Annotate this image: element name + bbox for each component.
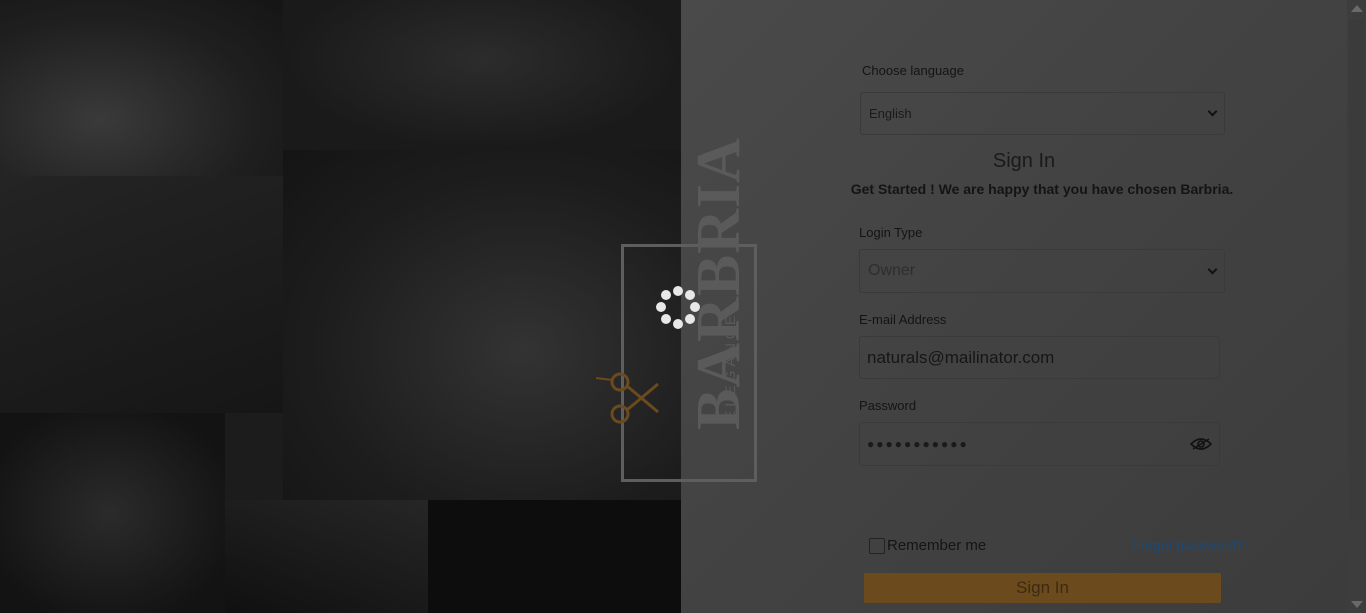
photo-tile-woman [0,0,283,176]
logo-tagline: ELEGANCE [722,311,738,420]
forgot-password-link[interactable]: Forgot password? [1132,537,1244,553]
password-field[interactable]: ●●●●●●●●●●● [859,422,1220,466]
chevron-down-icon [1207,106,1218,117]
login-type-selected-value: Owner [868,262,916,279]
welcome-subtitle: Get Started ! We are happy that you have… [850,181,1234,197]
logo-wordmark: BARBRIA [685,137,753,430]
sign-in-button[interactable]: Sign In [864,573,1221,603]
email-value: naturals@mailinator.com [867,347,1055,367]
language-selected-value: English [869,106,912,121]
page-scrollbar[interactable] [1347,0,1366,613]
scissors-icon [596,372,659,424]
loading-spinner [656,286,700,330]
language-label: Choose language [862,63,964,78]
language-select[interactable]: English [860,92,1225,135]
photo-tile-curly-hair [0,413,225,613]
login-type-select[interactable]: Owner [859,249,1225,293]
email-label: E-mail Address [859,312,947,327]
login-type-label: Login Type [859,225,923,240]
remember-me-label[interactable]: Remember me [887,537,986,554]
scroll-up-arrow-icon[interactable] [1351,5,1363,12]
email-field[interactable]: naturals@mailinator.com [859,336,1220,379]
signin-panel: Choose language English Sign In Get Star… [681,0,1347,613]
photo-tile-beard [225,500,428,613]
password-masked-value: ●●●●●●●●●●● [867,437,969,451]
eye-icon[interactable] [1190,437,1212,451]
remember-me-checkbox[interactable] [869,538,885,554]
password-label: Password [859,398,917,413]
photo-tile-salon-tools [283,0,681,150]
chevron-down-icon [1207,264,1218,274]
background-photo-collage [0,0,681,613]
photo-tile [428,500,681,613]
scroll-down-arrow-icon[interactable] [1351,601,1363,608]
scrollbar-thumb[interactable] [1349,20,1364,520]
page-title: Sign In [992,150,1056,172]
photo-tile [0,176,283,413]
